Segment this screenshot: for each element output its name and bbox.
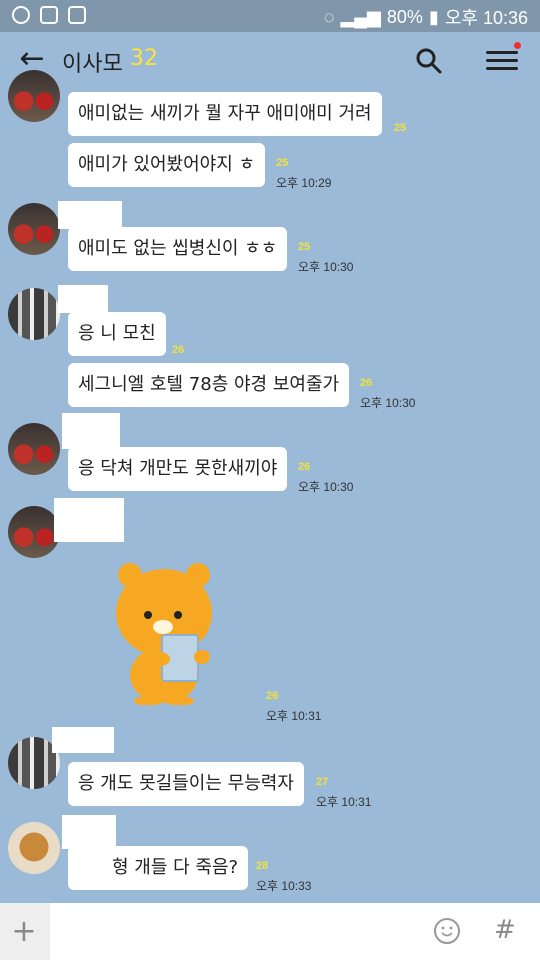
app-notification-icon xyxy=(12,6,30,24)
search-icon[interactable] xyxy=(414,46,444,76)
message-bubble[interactable]: 응 닥쳐 개만도 못한새끼야 xyxy=(68,447,288,491)
wifi-icon: ◌ xyxy=(323,6,335,27)
avatar[interactable] xyxy=(8,70,60,122)
notification-icons xyxy=(12,6,86,24)
clock: 오후 10:36 xyxy=(444,8,528,28)
instagram-icon xyxy=(68,6,86,24)
avatar[interactable] xyxy=(8,506,60,558)
sender-name xyxy=(62,815,116,849)
message-bubble[interactable]: 세그니엘 호텔 78층 야경 보여줄가 xyxy=(68,363,350,407)
bear-sticker[interactable] xyxy=(110,555,220,705)
unread-count: 28 xyxy=(256,860,269,872)
message-time: 오후 10:29 xyxy=(276,176,332,190)
unread-count: 25 xyxy=(276,157,289,169)
unread-count: 26 xyxy=(172,344,185,356)
message-bubble[interactable]: 애미가 있어봤어야지 ㅎ xyxy=(68,143,266,187)
sender-name xyxy=(52,727,114,753)
battery-icon: ▮ xyxy=(428,6,439,27)
status-bar: ◌ ▂▄▆ 80% ▮ 오후 10:36 xyxy=(0,0,540,32)
message-time: 오후 10:30 xyxy=(298,260,354,274)
message-time: 오후 10:33 xyxy=(256,879,312,893)
signal-icon: ▂▄▆ xyxy=(340,6,381,27)
unread-count: 26 xyxy=(266,690,279,702)
message-bubble[interactable]: 형 개들 다 죽음? xyxy=(68,846,249,890)
battery-text: 80% xyxy=(386,6,423,27)
status-right: ◌ ▂▄▆ 80% ▮ 오후 10:36 xyxy=(324,4,528,30)
message-time: 오후 10:30 xyxy=(298,480,354,494)
emoji-icon[interactable] xyxy=(434,918,460,944)
avatar[interactable] xyxy=(8,423,60,475)
unread-count: 25 xyxy=(394,122,407,134)
message-input-bar: + # xyxy=(0,903,540,960)
menu-icon[interactable] xyxy=(486,46,518,76)
member-count: 32 xyxy=(130,46,158,71)
message-time: 오후 10:31 xyxy=(316,795,372,809)
message-bubble[interactable]: 애미없는 새끼가 뭘 자꾸 애미애미 거려 xyxy=(68,92,382,136)
message-bubble[interactable]: 응 개도 못길들이는 무능력자 xyxy=(68,762,304,806)
unread-count: 25 xyxy=(298,241,311,253)
message-input[interactable] xyxy=(50,903,540,960)
avatar[interactable] xyxy=(8,203,60,255)
message-bubble[interactable]: 애미도 없는 씹병신이 ㅎㅎ xyxy=(68,227,288,271)
message-bubble[interactable]: 응 니 모친 xyxy=(68,312,166,356)
unread-count: 27 xyxy=(316,776,329,788)
avatar[interactable] xyxy=(8,822,60,874)
avatar[interactable] xyxy=(8,288,60,340)
hash-icon[interactable]: # xyxy=(494,915,516,945)
unread-count: 26 xyxy=(298,461,311,473)
sender-name xyxy=(54,498,124,542)
room-title: 이사모 xyxy=(62,52,123,77)
plus-icon[interactable]: + xyxy=(0,903,48,960)
sender-name xyxy=(58,285,108,313)
message-time: 오후 10:31 xyxy=(266,709,322,723)
gallery-icon xyxy=(40,6,58,24)
sender-name xyxy=(58,201,122,229)
chat-header: ← 이사모 32 xyxy=(0,32,540,90)
notification-dot xyxy=(514,42,521,49)
unread-count: 26 xyxy=(360,377,373,389)
message-time: 오후 10:30 xyxy=(360,396,416,410)
sender-name xyxy=(62,413,120,449)
